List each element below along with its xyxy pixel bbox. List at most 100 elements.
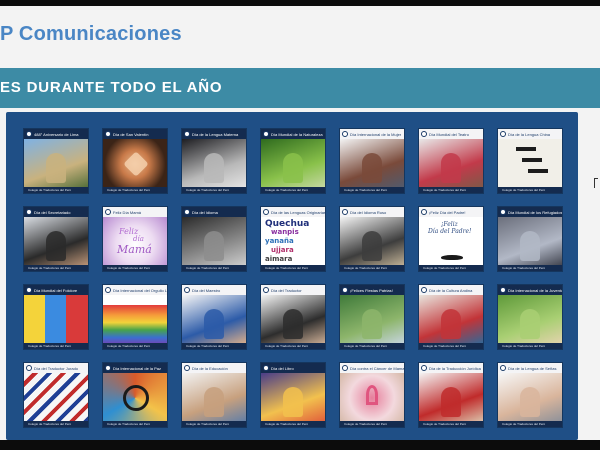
post-gallery: 488° Aniversario de Lima Colegio de Tradu…	[6, 112, 578, 440]
post-tile[interactable]: Día Mundial de los Refugiados Colegio de …	[497, 206, 563, 272]
college-seal-icon	[105, 365, 111, 371]
post-tile[interactable]: Día de la Lengua Materna Colegio de Tradu…	[181, 128, 247, 194]
heart-shape-icon	[123, 151, 149, 177]
college-seal-icon	[500, 209, 506, 215]
college-seal-icon	[421, 365, 427, 371]
indigenous-word: yanaña	[265, 237, 294, 245]
college-seal-icon	[342, 287, 348, 293]
post-tile[interactable]: Día Internacional de la Juventud Colegio …	[497, 284, 563, 350]
tile-header: ¡Feliz Día del Padre!	[419, 207, 483, 217]
post-tile[interactable]: Feliz día Mamá Feliz Día Mamá Colegio de Tra…	[102, 206, 168, 272]
college-seal-icon	[500, 131, 506, 137]
college-seal-icon	[263, 131, 269, 137]
tile-title: Día del Secretariado	[34, 209, 71, 215]
post-tile[interactable]: Día del Traductor Jurado Colegio de Tradu…	[23, 362, 89, 428]
tile-footer: Colegio de Traductores del Perú	[340, 421, 404, 427]
tile-title: Día Internacional de la Juventud	[508, 287, 562, 293]
photo-subject-icon	[520, 309, 540, 339]
post-tile[interactable]: Día de la Traducción Jurídica Colegio de …	[418, 362, 484, 428]
group-of-women-icon	[340, 139, 404, 189]
mothers-day-card-icon: Feliz día Mamá	[103, 217, 167, 267]
tile-header: Día Internacional de la Mujer	[340, 129, 404, 139]
post-tile[interactable]: ¡Feliz Día del Padre! ¡Feliz Día del Padre…	[418, 206, 484, 272]
college-seal-icon	[342, 209, 348, 215]
tile-header: Día del Maestro	[182, 285, 246, 295]
tile-header: Día del Idioma Ruso	[340, 207, 404, 217]
tile-header: Día Internacional de la Juventud	[498, 285, 562, 295]
indigenous-word: wanpis	[271, 228, 299, 236]
tile-footer: Colegio de Traductores del Perú	[24, 421, 88, 427]
photo-subject-icon	[283, 387, 303, 417]
college-seal-icon	[184, 131, 190, 137]
post-tile[interactable]: Día Internacional de la Mujer Colegio de …	[339, 128, 405, 194]
college-seal-icon	[26, 131, 32, 137]
tile-footer: Colegio de Traductores del Perú	[419, 265, 483, 271]
secretary-icon	[24, 217, 88, 267]
tile-title: Día Internacional del Orgullo LGBT	[113, 287, 167, 293]
tile-title: Día del Maestro	[192, 287, 221, 293]
theatre-masks-icon	[419, 139, 483, 189]
tile-header: Feliz Día Mamá	[103, 207, 167, 217]
classroom-kids-icon	[182, 295, 246, 345]
post-tile[interactable]: Día del Idioma Colegio de Traductores del…	[181, 206, 247, 272]
tile-footer: Colegio de Traductores del Perú	[182, 265, 246, 271]
post-tile[interactable]: Quechua wanpis yanaña ujjara aimara Día de la…	[260, 206, 326, 272]
tile-footer: Colegio de Traductores del Perú	[24, 343, 88, 349]
tile-header: Día Internacional de la Paz	[103, 363, 167, 373]
post-tile[interactable]: Día de San Valentín Colegio de Traductore…	[102, 128, 168, 194]
tile-footer: Colegio de Traductores del Perú	[340, 265, 404, 271]
post-tile[interactable]: Día de la Educación Colegio de Traductore…	[181, 362, 247, 428]
photo-subject-icon	[362, 153, 382, 183]
post-tile[interactable]: Día del Secretariado Colegio de Traductor…	[23, 206, 89, 272]
tile-title: Día del Traductor	[271, 287, 302, 293]
college-seal-icon	[184, 209, 190, 215]
photo-subject-icon	[520, 387, 540, 417]
post-tile[interactable]: Día Internacional de la Paz Colegio de Tr…	[102, 362, 168, 428]
tile-title: ¡Felices Fiestas Patrias!	[350, 287, 393, 293]
fathers-day-card-icon: ¡Feliz Día del Padre!	[419, 217, 483, 267]
post-tile[interactable]: Día contra el Cáncer de Mama Colegio de T…	[339, 362, 405, 428]
post-tile[interactable]: Día de la Lengua China Colegio de Traduct…	[497, 128, 563, 194]
post-tile[interactable]: Día Mundial de la Naturaleza Colegio de T…	[260, 128, 326, 194]
rainbow-flag-icon	[103, 295, 167, 345]
tile-footer: Colegio de Traductores del Perú	[182, 187, 246, 193]
photo-subject-icon	[441, 153, 461, 183]
post-tile[interactable]: Día Mundial del Teatro Colegio de Traduct…	[418, 128, 484, 194]
tile-header: Día de las Lenguas Originarias	[261, 207, 325, 217]
college-seal-icon	[421, 131, 427, 137]
post-tile[interactable]: Día Internacional del Orgullo LGBT Colegi…	[102, 284, 168, 350]
photo-subject-icon	[204, 231, 224, 261]
tile-title: Día de la Cultura Andina	[429, 287, 473, 293]
page: P Comunicaciones ES DURANTE TODO EL AÑO …	[0, 6, 600, 440]
post-tile[interactable]: Día del Idioma Ruso Colegio de Traductore…	[339, 206, 405, 272]
tile-header: Día Internacional del Orgullo LGBT	[103, 285, 167, 295]
tile-footer: Colegio de Traductores del Perú	[498, 421, 562, 427]
tile-footer: Colegio de Traductores del Perú	[261, 265, 325, 271]
post-tile[interactable]: Día Mundial del Folclore Colegio de Tradu…	[23, 284, 89, 350]
post-tile[interactable]: Día del Traductor Colegio de Traductores …	[260, 284, 326, 350]
writing-hand-icon	[419, 373, 483, 423]
tile-header: Día de la Lengua Materna	[182, 129, 246, 139]
tile-title: Día contra el Cáncer de Mama	[350, 365, 404, 371]
college-seal-icon	[26, 365, 32, 371]
tile-header: Día Mundial del Teatro	[419, 129, 483, 139]
post-tile[interactable]: Día de la Cultura Andina Colegio de Tradu…	[418, 284, 484, 350]
college-seal-icon	[26, 287, 32, 293]
photo-subject-icon	[362, 231, 382, 261]
post-tile[interactable]: 488° Aniversario de Lima Colegio de Tradu…	[23, 128, 89, 194]
photo-subject-icon	[441, 309, 461, 339]
photo-subject-icon	[204, 153, 224, 183]
tile-title: Día de la Traducción Jurídica	[429, 365, 481, 371]
post-tile[interactable]: Día del Libro Colegio de Traductores del …	[260, 362, 326, 428]
college-seal-icon	[421, 287, 427, 293]
post-tile[interactable]: Día del Maestro Colegio de Traductores de…	[181, 284, 247, 350]
post-tile[interactable]: Día de la Lengua de Señas Colegio de Trad…	[497, 362, 563, 428]
text-cursor-icon	[594, 178, 598, 188]
refugees-mural-icon	[498, 217, 562, 267]
photo-subject-icon	[46, 231, 66, 261]
post-tile[interactable]: ¡Felices Fiestas Patrias! Colegio de Trad…	[339, 284, 405, 350]
tile-title: Día Mundial de la Naturaleza	[271, 131, 323, 137]
teacher-board-icon	[261, 295, 325, 345]
machu-picchu-icon	[340, 295, 404, 345]
lima-cathedral-icon	[24, 139, 88, 189]
